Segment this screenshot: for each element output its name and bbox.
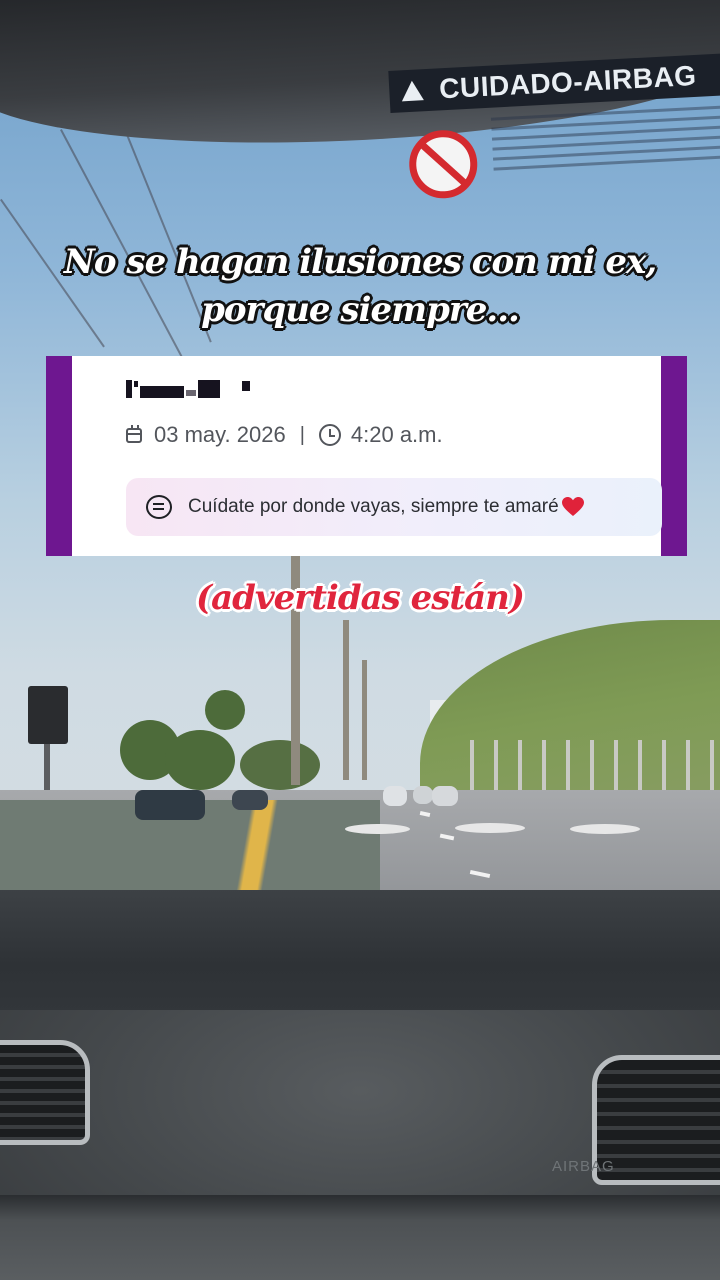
message-text: Cuídate por donde vayas, siempre te amar…: [188, 495, 585, 519]
tree: [165, 730, 235, 790]
no-child-seat-icon: [407, 128, 479, 200]
sender-name-redacted: [126, 376, 250, 402]
road-sign: [28, 686, 68, 744]
caption-bottom: (advertidas están): [196, 578, 525, 618]
calendar-icon: [126, 424, 142, 443]
caption-top: No se hagan ilusiones con mi ex, porque …: [0, 238, 720, 334]
car: [135, 790, 205, 820]
utility-pole: [343, 620, 349, 780]
background-video-frame: CUIDADO-AIRBAG AIRBAG: [0, 0, 720, 1280]
caption-line: No se hagan ilusiones con mi ex,: [63, 242, 657, 282]
chat-bubble-icon: [146, 495, 172, 519]
car: [383, 786, 407, 806]
warning-triangle-icon: [400, 80, 424, 102]
dashboard-trim: [0, 1195, 720, 1280]
air-vent-left: [0, 1040, 90, 1145]
sticker-title: CUIDADO-AIRBAG: [438, 59, 698, 105]
car: [432, 786, 458, 806]
clock-icon: [318, 424, 341, 446]
message-date: 03 may. 2026: [154, 422, 286, 447]
car: [413, 786, 433, 804]
heart-icon: [561, 497, 584, 516]
car: [232, 790, 268, 810]
sticker-fine-print: [490, 105, 720, 177]
message-card: 03 may. 2026 | 4:20 a.m. Cuídate por don…: [46, 356, 687, 556]
tree: [240, 740, 320, 790]
message-time: 4:20 a.m.: [350, 422, 443, 447]
caption-line: porque siempre...: [201, 290, 520, 330]
palm-tree: [205, 690, 245, 730]
road-marking: [455, 823, 525, 833]
meta-separator: |: [299, 423, 305, 446]
road-marking: [570, 824, 640, 834]
dashboard-airbag-label: AIRBAG: [552, 1158, 615, 1175]
message-meta: 03 may. 2026 | 4:20 a.m.: [126, 422, 443, 448]
airbag-warning-sticker: CUIDADO-AIRBAG: [388, 53, 720, 221]
utility-pole: [362, 660, 367, 780]
message-bubble: Cuídate por donde vayas, siempre te amar…: [126, 478, 662, 536]
road-marking: [345, 824, 410, 834]
